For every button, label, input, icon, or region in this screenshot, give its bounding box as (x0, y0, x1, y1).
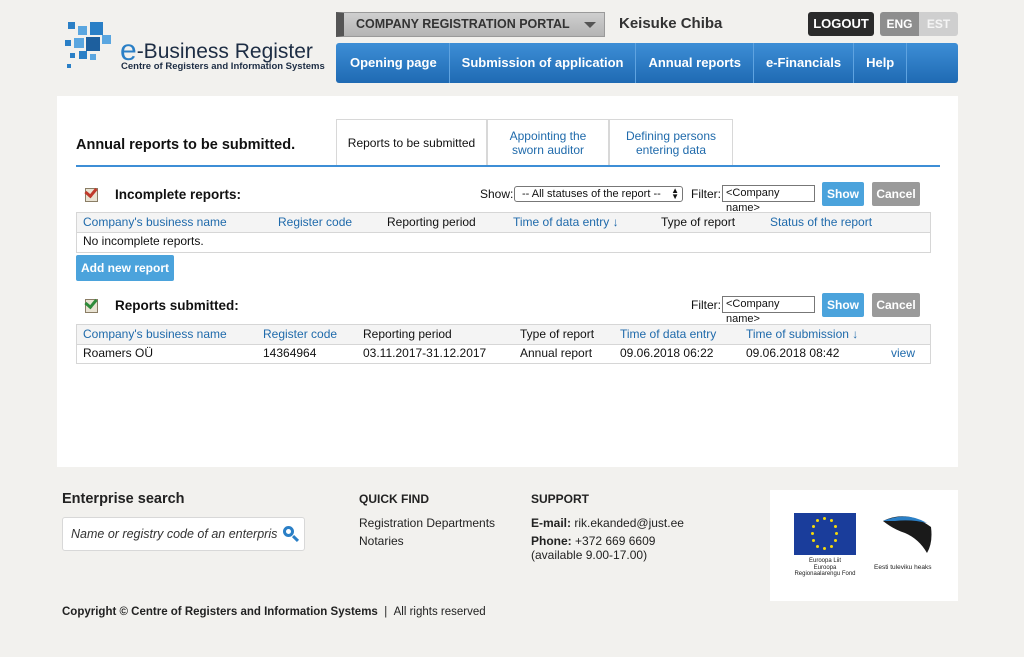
submitted-company-filter-input[interactable]: <Company name> (722, 296, 815, 325)
quick-link-notaries[interactable]: Notaries (359, 534, 404, 548)
support-email-value[interactable]: rik.ekanded@just.ee (574, 516, 684, 530)
report-status-select[interactable]: -- All statuses of the report -- ▲ ▼ (514, 186, 683, 202)
filter-label: Filter: (691, 187, 721, 201)
table-header-row: Company's business name Register code Re… (77, 213, 930, 233)
column-header-type-of-report: Type of report (655, 213, 764, 233)
submitted-reports-table: Company's business name Register code Re… (76, 324, 931, 364)
estonia-swallow-logo-icon (883, 516, 932, 553)
column-header-time-of-data-entry[interactable]: Time of data entry (614, 325, 740, 345)
chevron-down-icon (584, 22, 596, 28)
reports-submitted-title: Reports submitted: (115, 298, 239, 313)
support-title: SUPPORT (531, 492, 590, 506)
language-est-button[interactable]: EST (919, 12, 958, 36)
cell-register-code: 14364964 (263, 346, 317, 361)
filter-label: Filter: (691, 298, 721, 312)
clipboard-check-icon (83, 295, 101, 314)
incomplete-reports-title: Incomplete reports: (115, 187, 242, 202)
e-business-register-logo[interactable]: e-Business Register Centre of Registers … (64, 20, 334, 76)
page-title: Annual reports to be submitted. (76, 137, 296, 153)
tab-defining-persons-entering-data[interactable]: Defining persons entering data (609, 119, 733, 166)
clipboard-check-icon (83, 184, 101, 203)
enterprise-search-input[interactable] (71, 527, 277, 541)
column-header-register-code[interactable]: Register code (272, 213, 381, 233)
cell-type-of-report: Annual report (520, 346, 593, 361)
select-arrows-icon: ▲ ▼ (671, 186, 679, 201)
tab-reports-to-be-submitted[interactable]: Reports to be submitted (336, 119, 487, 166)
estonia-caption: Eesti tuleviku heaks (874, 564, 932, 571)
column-header-business-name[interactable]: Company's business name (77, 213, 272, 233)
nav-item-opening-page[interactable]: Opening page (336, 43, 450, 83)
content-panel: Annual reports to be submitted. Reports … (57, 96, 958, 467)
column-header-type-of-report: Type of report (514, 325, 614, 345)
show-label: Show: (480, 187, 514, 201)
column-header-time-of-submission[interactable]: Time of submission ↓ (740, 325, 885, 345)
tab-bar: Reports to be submitted Appointing the sw… (336, 119, 733, 166)
column-header-action (885, 325, 930, 345)
tab-label: Reports to be submitted (347, 136, 476, 150)
user-name: Keisuke Chiba (619, 15, 723, 32)
tab-appointing-sworn-auditor[interactable]: Appointing the sworn auditor (487, 119, 609, 166)
column-header-register-code[interactable]: Register code (257, 325, 357, 345)
logo-squares-icon (64, 20, 116, 72)
copyright: Copyright © Centre of Registers and Info… (62, 606, 486, 618)
incomplete-company-filter-input[interactable]: <Company name> (722, 185, 815, 214)
enterprise-search-title: Enterprise search (62, 491, 185, 507)
nav-item-help[interactable]: Help (854, 43, 908, 83)
tab-label: Defining persons entering data (625, 129, 717, 157)
column-header-time-of-data-entry[interactable]: Time of data entry ↓ (507, 213, 655, 233)
portal-select[interactable]: COMPANY REGISTRATION PORTAL (336, 12, 605, 37)
support-phone: Phone: +372 669 6609 (531, 534, 656, 548)
tab-label: Appointing the sworn auditor (509, 129, 587, 157)
language-eng-button[interactable]: ENG (880, 12, 919, 36)
nav-item-annual-reports[interactable]: Annual reports (636, 43, 754, 83)
tab-underline (76, 165, 940, 167)
incomplete-reports-table: Company's business name Register code Re… (76, 212, 931, 253)
support-availability: (available 9.00-17.00) (531, 548, 648, 562)
column-header-status-of-report[interactable]: Status of the report (764, 213, 930, 233)
support-email: E-mail: rik.ekanded@just.ee (531, 516, 684, 530)
submitted-show-button[interactable]: Show (822, 293, 864, 317)
eu-fund-caption: Euroopa Liit Euroopa Regionaalarengu Fon… (794, 558, 856, 577)
submitted-cancel-button[interactable]: Cancel (872, 293, 920, 317)
logout-button[interactable]: LOGOUT (808, 12, 874, 36)
nav-item-e-financials[interactable]: e-Financials (754, 43, 855, 83)
cell-time-of-submission: 09.06.2018 08:42 (746, 346, 840, 361)
cell-time-of-data-entry: 09.06.2018 06:22 (620, 346, 714, 361)
empty-table-message: No incomplete reports. (83, 234, 204, 249)
column-header-business-name[interactable]: Company's business name (77, 325, 257, 345)
cell-reporting-period: 03.11.2017-31.12.2017 (363, 346, 487, 361)
incomplete-cancel-button[interactable]: Cancel (872, 182, 920, 206)
cell-business-name: Roamers OÜ (83, 346, 154, 361)
cell-action: view (885, 344, 930, 362)
search-icon[interactable] (282, 525, 300, 543)
view-report-link[interactable]: view (891, 346, 915, 360)
table-row: No incomplete reports. (77, 232, 930, 250)
nav-item-submission-of-application[interactable]: Submission of application (450, 43, 637, 83)
column-header-reporting-period: Reporting period (357, 325, 514, 345)
logo-subtitle: Centre of Registers and Information Syst… (121, 61, 325, 72)
eu-flag-icon (794, 513, 856, 555)
add-new-report-button[interactable]: Add new report (76, 255, 174, 281)
table-header-row: Company's business name Register code Re… (77, 325, 930, 345)
column-header-reporting-period: Reporting period (381, 213, 507, 233)
table-row: Roamers OÜ 14364964 03.11.2017-31.12.201… (77, 344, 930, 362)
portal-select-label: COMPANY REGISTRATION PORTAL (356, 17, 570, 31)
report-status-select-value: -- All statuses of the report -- (522, 188, 661, 200)
incomplete-show-button[interactable]: Show (822, 182, 864, 206)
main-navigation: Opening page Submission of application A… (336, 43, 958, 83)
quick-link-registration-departments[interactable]: Registration Departments (359, 516, 495, 530)
funding-logos: Euroopa Liit Euroopa Regionaalarengu Fon… (770, 490, 958, 601)
enterprise-search-box (62, 517, 305, 551)
quick-find-title: QUICK FIND (359, 492, 429, 506)
